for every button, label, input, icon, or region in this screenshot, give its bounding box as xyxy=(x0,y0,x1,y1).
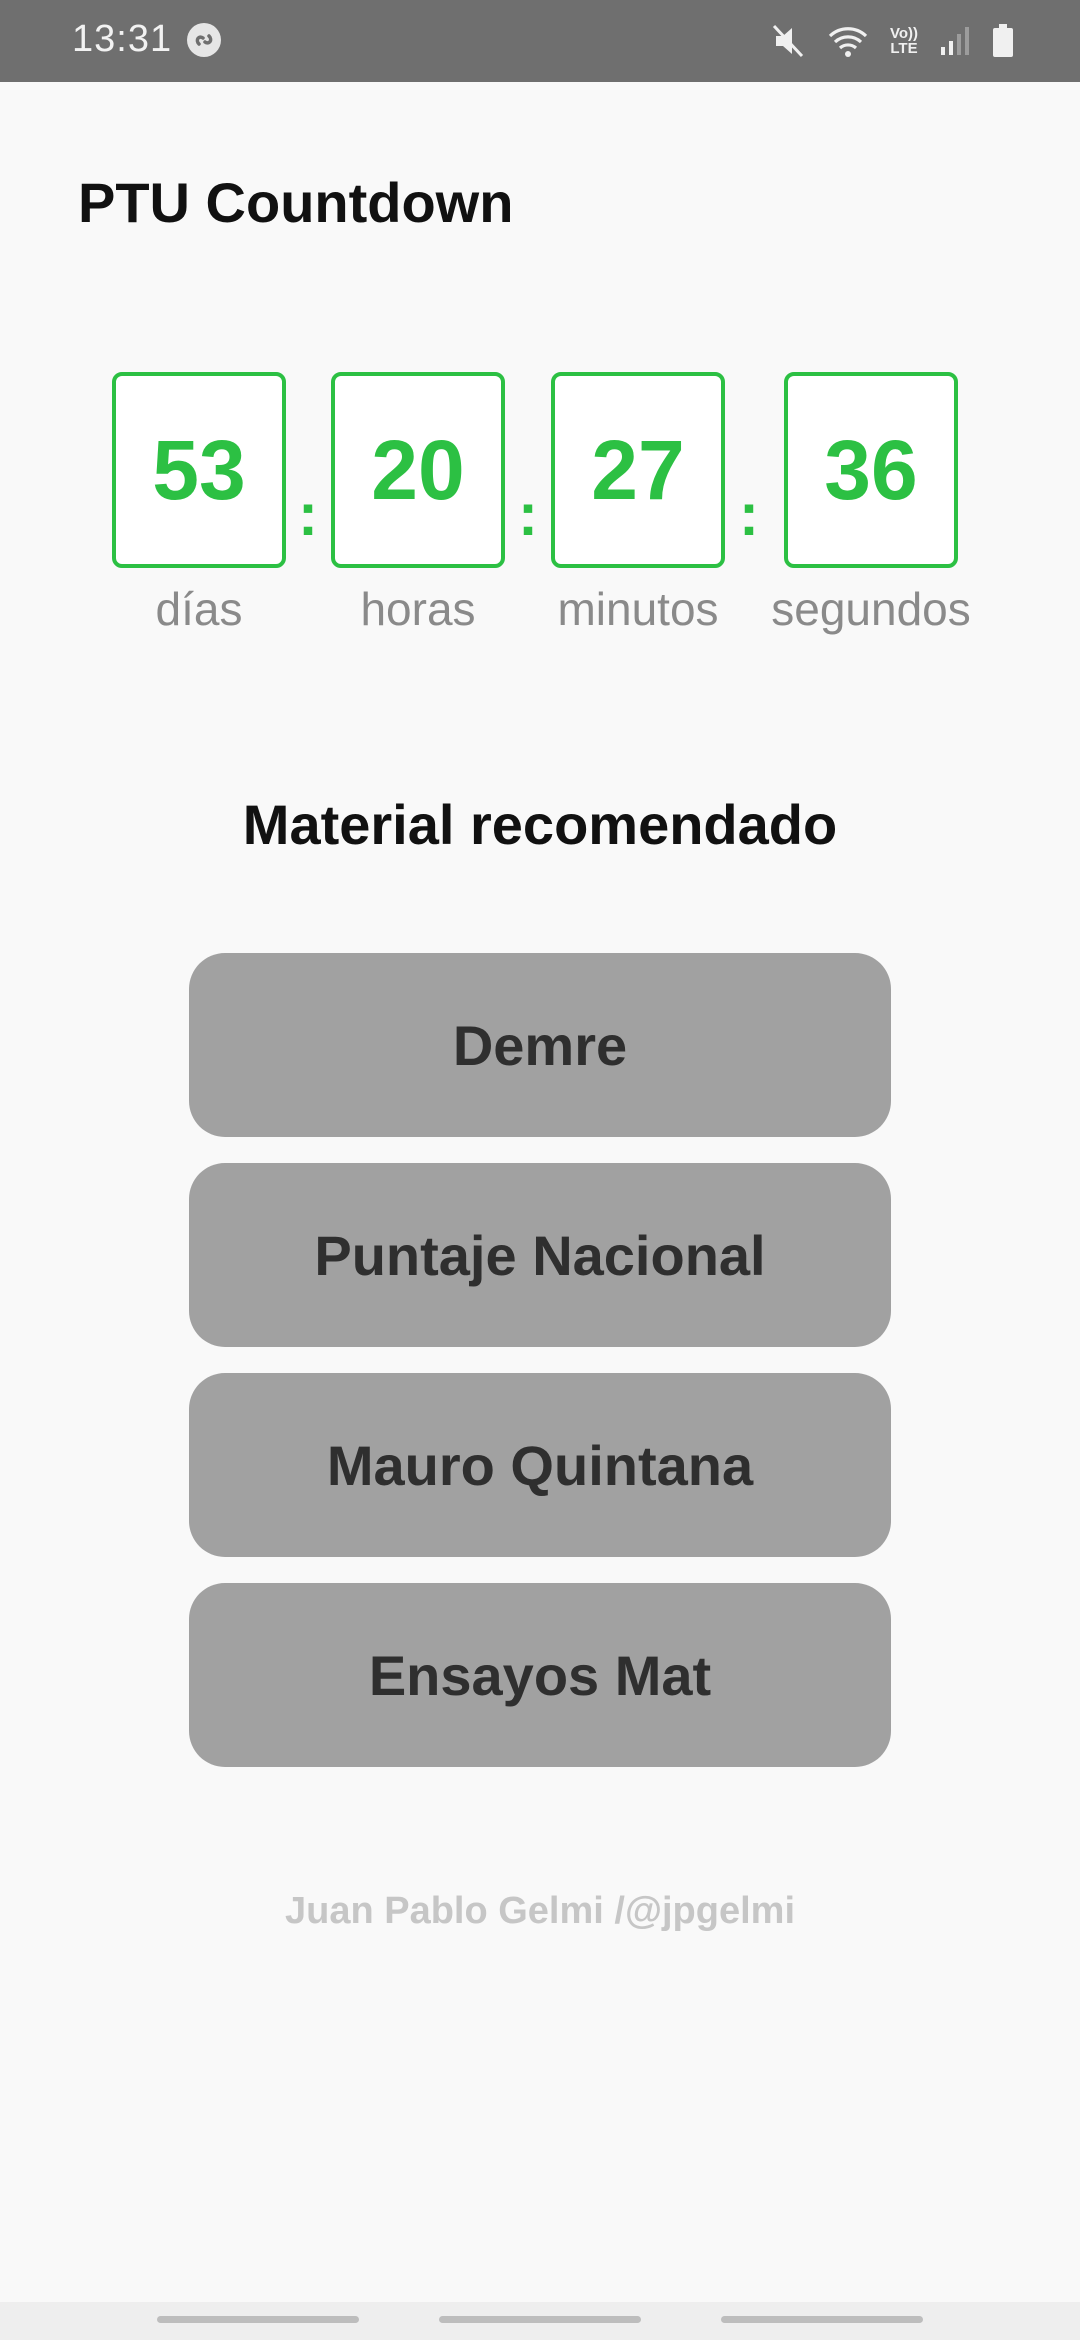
hours-box: 20 xyxy=(331,372,505,568)
countdown: 53 días : 20 horas : 27 minutos : 36 seg… xyxy=(0,372,1080,652)
minutes-value: 27 xyxy=(591,422,685,517)
status-bar: 13:31 Vo)) LTE xyxy=(0,0,1080,82)
days-value: 53 xyxy=(152,422,246,517)
nav-recents-handle[interactable] xyxy=(157,2316,359,2323)
countdown-hours: 20 horas xyxy=(303,372,533,636)
volte-lte-icon: Vo)) LTE xyxy=(889,25,918,57)
nav-home-handle[interactable] xyxy=(439,2316,641,2323)
mauro-quintana-button[interactable]: Mauro Quintana xyxy=(189,1373,891,1557)
app-title: PTU Countdown xyxy=(78,171,514,234)
section-title: Material recomendado xyxy=(242,793,838,856)
status-time: 13:31 xyxy=(72,18,173,60)
countdown-days: 53 días xyxy=(84,372,314,636)
minutes-label: minutos xyxy=(557,583,719,635)
days-label: días xyxy=(155,583,243,635)
hours-label: horas xyxy=(360,583,476,635)
ensayos-mat-button[interactable]: Ensayos Mat xyxy=(189,1583,891,1767)
battery-icon xyxy=(992,24,1014,58)
demre-button[interactable]: Demre xyxy=(189,953,891,1137)
seconds-value: 36 xyxy=(824,422,918,517)
countdown-minutes: 27 minutos xyxy=(523,372,753,636)
navigation-bar xyxy=(0,2302,1080,2340)
seconds-label: segundos xyxy=(771,583,971,635)
mute-icon xyxy=(772,23,806,59)
days-box: 53 xyxy=(112,372,286,568)
wifi-icon xyxy=(828,24,868,58)
footer-credit[interactable]: Juan Pablo Gelmi /@jpgelmi xyxy=(0,1890,1080,1933)
seconds-box: 36 xyxy=(784,372,958,568)
nav-back-handle[interactable] xyxy=(721,2316,923,2323)
shazam-notification-icon xyxy=(186,22,222,58)
status-icons: Vo)) LTE xyxy=(772,18,1014,64)
hours-value: 20 xyxy=(371,422,465,517)
puntaje-nacional-button[interactable]: Puntaje Nacional xyxy=(189,1163,891,1347)
countdown-seconds: 36 segundos xyxy=(756,372,986,636)
minutes-box: 27 xyxy=(551,372,725,568)
signal-icon xyxy=(940,25,970,57)
